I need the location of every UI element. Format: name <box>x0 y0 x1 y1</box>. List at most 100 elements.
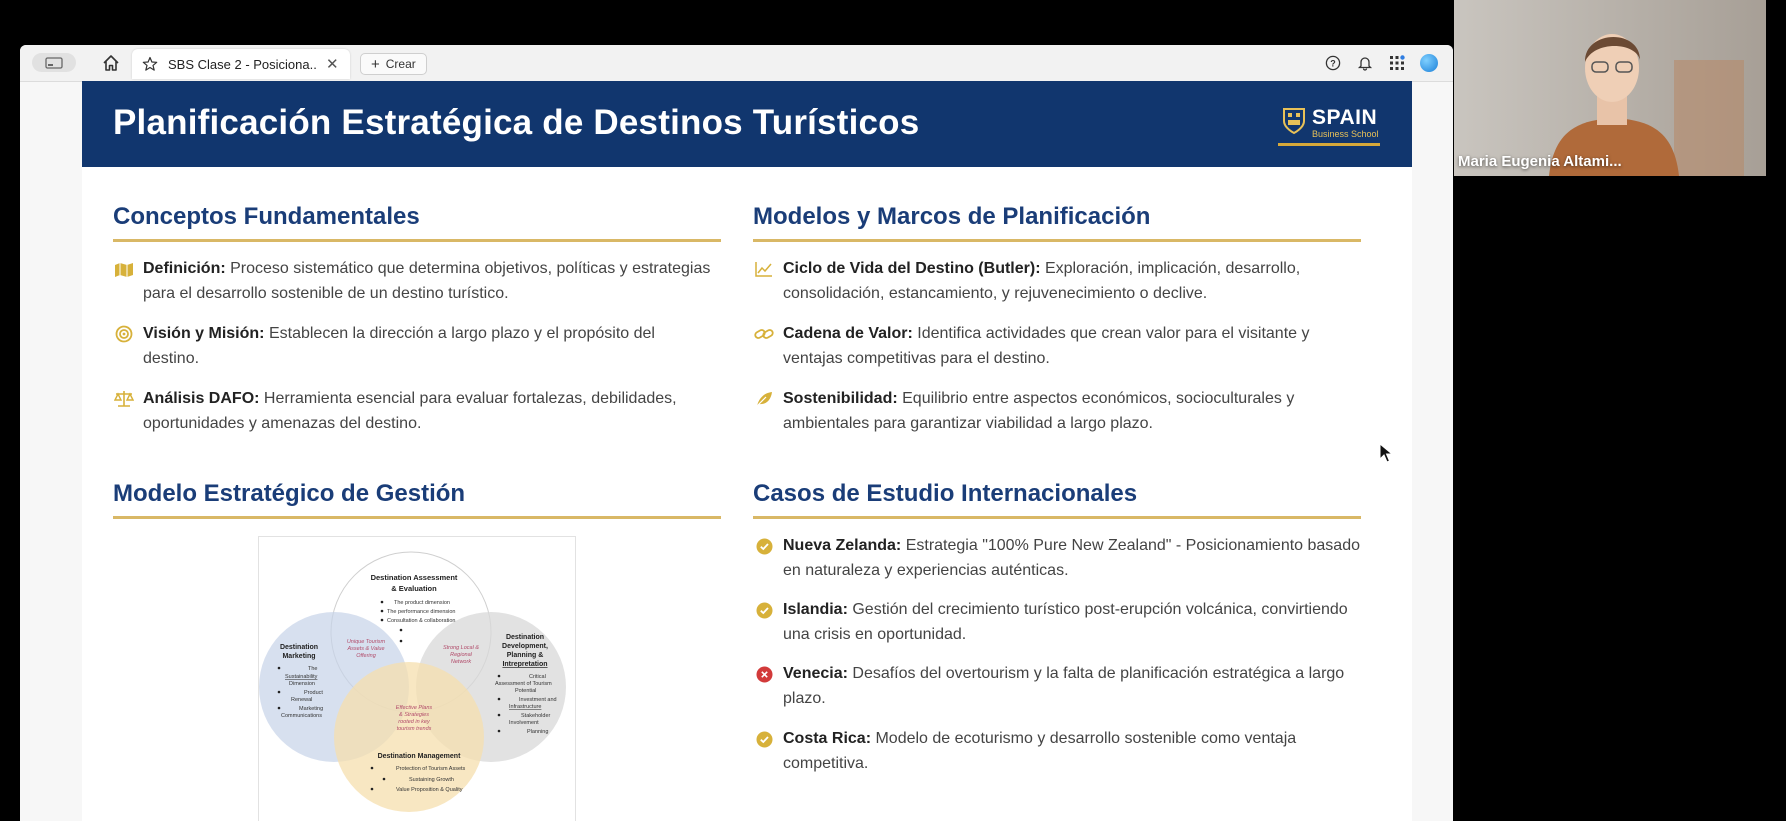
list-item: Sostenibilidad: Equilibrio entre aspecto… <box>753 386 1353 436</box>
svg-text:?: ? <box>1330 59 1336 69</box>
star-icon[interactable] <box>142 55 160 73</box>
diagram-overlap-label: Unique Tourism <box>347 639 386 645</box>
diagram-right-bullet: Involvement <box>509 720 539 726</box>
diagram-right-bullet: Critical <box>529 674 546 680</box>
item-label: Definición: <box>143 260 226 277</box>
list-item: Análisis DAFO: Herramienta esencial para… <box>113 386 713 436</box>
tab-title: SBS Clase 2 - Posiciona... <box>168 56 318 72</box>
participant-name: Maria Eugenia Altami... <box>1458 153 1622 170</box>
section-title-modelo-estrategico: Modelo Estratégico de Gestión <box>113 480 466 507</box>
section-title-casos: Casos de Estudio Internacionales <box>753 480 1138 507</box>
section-rule <box>753 239 1361 242</box>
diagram-overlap-label: Offering <box>356 653 377 659</box>
item-label: Costa Rica: <box>783 730 872 747</box>
list-item: Ciclo de Vida del Destino (Butler): Expl… <box>753 256 1353 306</box>
browser-window: SBS Clase 2 - Posiciona... ✕ + Crear ? P… <box>20 45 1453 821</box>
diagram-left-bullet: Product <box>304 690 323 696</box>
leaf-icon <box>753 388 775 410</box>
x-icon <box>753 663 775 685</box>
diagram-right-title-3: Planning & <box>507 652 544 659</box>
logo-brand: SPAIN <box>1312 106 1378 129</box>
diagram-top-bullet: Consultation & collaboration <box>387 618 456 624</box>
list-item: Costa Rica: Modelo de ecoturismo y desar… <box>753 726 1363 776</box>
presentation-slide: Planificación Estratégica de Destinos Tu… <box>82 81 1412 821</box>
diagram-right-bullet: Stakeholder <box>521 713 551 719</box>
diagram-right-title-1: Destination <box>506 634 544 641</box>
list-item: Visión y Misión: Establecen la dirección… <box>113 321 713 371</box>
slide-title: Planificación Estratégica de Destinos Tu… <box>113 103 920 142</box>
apps-grid-icon[interactable] <box>1387 53 1407 73</box>
item-label: Islandia: <box>783 601 848 618</box>
diagram-left-bullet: Communications <box>281 713 322 719</box>
tab-active[interactable]: SBS Clase 2 - Posiciona... ✕ <box>132 49 350 79</box>
new-tab-label: Crear <box>385 57 416 71</box>
diagram-overlap-label: Strong Local & <box>443 645 479 651</box>
diagram-right-bullet: Assessment of Tourism <box>495 681 552 687</box>
tab-bar: SBS Clase 2 - Posiciona... ✕ + Crear ? <box>20 45 1453 82</box>
bell-icon[interactable] <box>1355 53 1375 73</box>
item-label: Ciclo de Vida del Destino (Butler): <box>783 260 1041 277</box>
diagram-right-title-4: Intrepretation <box>502 661 547 668</box>
logo-underline <box>1278 143 1380 146</box>
diagram-right-bullet: Potential <box>515 688 536 694</box>
diagram-bottom-bullet: Sustaining Growth <box>409 777 454 783</box>
balance-icon <box>113 388 135 410</box>
home-button[interactable] <box>100 52 122 74</box>
logo-subtitle: Business School <box>1312 129 1379 139</box>
target-icon <box>113 323 135 345</box>
diagram-overlap-label: rooted in key <box>398 719 431 725</box>
check-icon <box>753 728 775 750</box>
help-icon[interactable]: ? <box>1323 53 1343 73</box>
toolbar-right: ? <box>1323 53 1439 73</box>
home-icon <box>103 55 119 71</box>
mouse-cursor-icon <box>1379 443 1393 463</box>
item-label: Sostenibilidad: <box>783 390 898 407</box>
list-item: Venecia: Desafíos del overtourism y la f… <box>753 661 1363 711</box>
line-chart-icon <box>753 258 775 280</box>
participant-video-tile[interactable]: Maria Eugenia Altami... <box>1454 0 1766 176</box>
diagram-left-bullet: Marketing <box>299 706 323 712</box>
diagram-overlap-label: & Strategies <box>399 712 429 718</box>
diagram-right-bullet: Infrastructure <box>509 704 541 710</box>
spain-business-school-logo: SPAIN Business School <box>1278 105 1380 146</box>
strategic-model-diagram: Destination Assessment & Evaluation The … <box>258 536 576 821</box>
map-icon <box>113 258 135 280</box>
diagram-overlap-label: Regional <box>450 652 472 658</box>
item-label: Cadena de Valor: <box>783 325 913 342</box>
diagram-overlap-label: tourism trends <box>397 726 432 732</box>
close-icon[interactable]: ✕ <box>326 55 339 73</box>
section-title-modelos: Modelos y Marcos de Planificación <box>753 203 1151 230</box>
plus-icon: + <box>371 55 380 73</box>
check-icon <box>753 535 775 557</box>
profile-avatar-icon[interactable] <box>1419 53 1439 73</box>
diagram-left-bullet: Dimension <box>289 681 315 687</box>
diagram-right-bullet: Planning <box>527 729 548 735</box>
diagram-left-bullet: The <box>308 666 317 672</box>
diagram-left-bullet: Sustainability <box>285 674 318 680</box>
diagram-right-title-2: Development, <box>502 643 548 650</box>
section-rule <box>113 516 721 519</box>
section-rule <box>753 516 1361 519</box>
diagram-top-title-1: Destination Assessment <box>371 573 458 582</box>
diagram-bottom-title: Destination Management <box>378 753 462 760</box>
sidebar-icon <box>45 56 63 69</box>
list-item: Cadena de Valor: Identifica actividades … <box>753 321 1353 371</box>
diagram-top-bullet: The performance dimension <box>387 609 455 615</box>
list-item: Definición: Proceso sistemático que dete… <box>113 256 713 306</box>
diagram-overlap-label: Effective Plans <box>396 705 433 711</box>
diagram-left-title-2: Marketing <box>282 653 315 660</box>
new-tab-button[interactable]: + Crear <box>360 53 427 75</box>
slide-header: Planificación Estratégica de Destinos Tu… <box>82 81 1412 167</box>
section-rule <box>113 239 721 242</box>
section-title-conceptos: Conceptos Fundamentales <box>113 203 420 230</box>
item-text: Gestión del crecimiento turístico post-e… <box>783 601 1348 643</box>
diagram-left-title-1: Destination <box>280 644 318 651</box>
item-text: Desafíos del overtourism y la falta de p… <box>783 665 1345 707</box>
item-label: Visión y Misión: <box>143 325 265 342</box>
list-item: Nueva Zelanda: Estrategia "100% Pure New… <box>753 533 1363 583</box>
check-icon <box>753 599 775 621</box>
sidebar-toggle-button[interactable] <box>32 53 76 72</box>
list-item: Islandia: Gestión del crecimiento turíst… <box>753 597 1363 647</box>
diagram-top-bullet: The product dimension <box>394 600 450 606</box>
diagram-overlap-label: Assets & Value <box>346 646 384 652</box>
